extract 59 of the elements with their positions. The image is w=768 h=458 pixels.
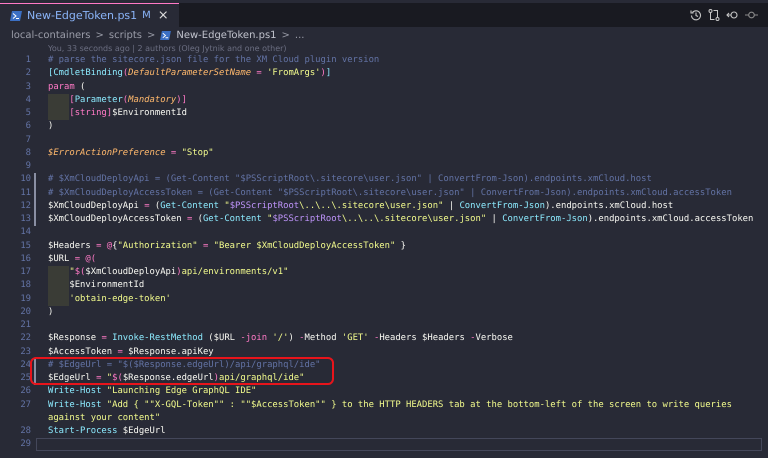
line-number: 22 (19, 332, 32, 346)
code-line: # $XmCloudDeployApi = (Get-Content "$PSScriptRoot\.sitecore\user.json" | ConvertFrom-Json).endpoints.xmCloud.host (47, 173, 653, 186)
close-icon[interactable]: × (158, 8, 169, 23)
line-number: 19 (19, 292, 32, 306)
terminal-icon (160, 30, 172, 40)
blame-annotation[interactable]: You, 33 seconds ago | 2 authors (Oleg Jytnik and one other) (48, 44, 287, 53)
code-line: # $XmCloudDeployAccessToken = (Get-Content "$PSScriptRoot\.sitecore\user.json" | ConvertFrom-Json).endpoints.xmCloud.accessToken (47, 186, 733, 200)
line-number: 23 (19, 346, 32, 358)
code-line: ) (47, 306, 54, 319)
back-commit-icon[interactable] (726, 9, 739, 21)
breadcrumb-separator: > (96, 30, 104, 40)
line-number: 16 (19, 252, 32, 266)
line-number: 28 (19, 425, 32, 438)
terminal-icon (10, 10, 22, 20)
code-line: Write-Host "Launching Edge GraphQL IDE" (47, 385, 258, 398)
commit-icon[interactable] (745, 9, 758, 21)
code-line: $Headers = @{"Authorization" = "Bearer $XmCloudDeployAccessToken" } (47, 240, 408, 252)
line-number: 4 (24, 94, 32, 107)
line-number: 5 (24, 107, 32, 120)
breadcrumb-item[interactable]: New-EdgeToken.ps1 (176, 30, 277, 40)
line-number: 14 (19, 226, 32, 240)
code-line: $EdgeUrl = "$($Response.edgeUrl)api/graphql/ide" (47, 372, 306, 385)
code-line: $Response = Invoke-RestMethod ($URL -join '/') -Method 'GET' -Headers $Headers -Verbose (47, 332, 514, 346)
breadcrumb-item[interactable]: ... (294, 30, 304, 40)
code-line: $ErrorActionPreference = "Stop" (47, 146, 215, 160)
code-line: $XmCloudDeployAccessToken = (Get-Content "$PSScriptRoot\..\..\.sitecore\user.json" | ConvertFrom-Json).endpoints.xmCloud.accessToken (47, 213, 754, 226)
code-line: ) (47, 120, 54, 134)
breadcrumb-item[interactable]: local-containers (11, 30, 91, 40)
line-number: 29 (19, 438, 32, 452)
line-number: 2 (24, 67, 32, 80)
code-line: [CmdletBinding(DefaultParameterSetName = 'FromArgs')] (47, 67, 332, 80)
code-line: Write-Host "Add { ""X-GQL-Token"" : ""$AccessToken"" } to the HTTP HEADERS tab at the bottom-left of the screen to write queries against your content" (47, 398, 733, 425)
code-line: $URL = @( (47, 252, 98, 266)
line-number: 15 (19, 240, 32, 252)
line-number: 6 (24, 120, 32, 134)
line-number: 18 (19, 279, 32, 292)
editor-tab[interactable]: New-EdgeToken.ps1 M × (0, 3, 179, 27)
breadcrumb-separator: > (146, 30, 156, 40)
line-number: 20 (19, 306, 32, 319)
compare-icon[interactable] (708, 9, 720, 21)
breadcrumb-separator: > (282, 30, 290, 40)
line-number: 21 (19, 319, 32, 332)
code-line: param ( (47, 80, 86, 94)
line-number: 27 (19, 398, 32, 412)
line-number: 7 (24, 134, 32, 146)
line-number: 9 (24, 160, 32, 173)
history-icon[interactable] (690, 9, 702, 21)
line-number: 17 (19, 266, 32, 279)
line-number: 1 (24, 54, 32, 67)
breadcrumb-item[interactable]: scripts (108, 30, 142, 40)
line-number: 26 (19, 385, 32, 398)
code-line: # parse the sitecore.json file for the XM Cloud plugin version (47, 54, 380, 67)
code-line: Start-Process $EdgeUrl (47, 425, 167, 438)
code-line: $XmCloudDeployApi = (Get-Content "$PSScriptRoot\..\..\.sitecore\user.json" | ConvertFrom-Json).endpoints.xmCloud.host (47, 200, 674, 213)
line-number: 3 (24, 80, 32, 94)
line-number: 8 (24, 146, 32, 160)
code-line: # $EdgeUrl = "$($Response.edgeUrl)/api/graphql/ide" (47, 358, 322, 372)
modified-indicator: M (142, 10, 151, 21)
code-line: $AccessToken = $Response.apiKey (47, 346, 215, 358)
